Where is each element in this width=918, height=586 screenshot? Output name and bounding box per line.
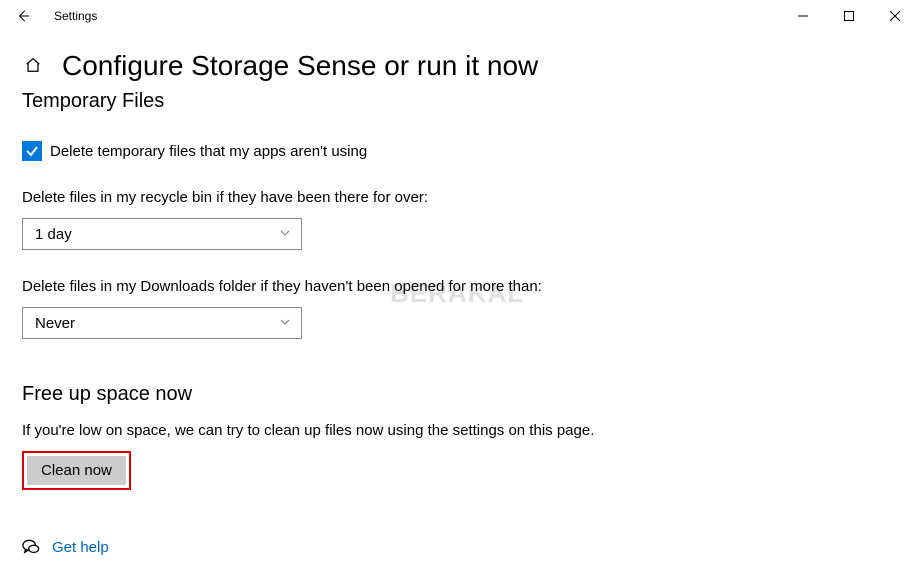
- minimize-icon: [798, 11, 808, 21]
- window-title: Settings: [54, 9, 97, 23]
- free-space-heading: Free up space now: [22, 383, 896, 406]
- free-space-text: If you're low on space, we can try to cl…: [22, 422, 896, 439]
- help-row: Get help: [22, 538, 896, 556]
- clean-now-highlight: Clean now: [22, 451, 131, 490]
- maximize-icon: [844, 11, 854, 21]
- downloads-label: Delete files in my Downloads folder if t…: [22, 278, 896, 295]
- recycle-bin-select[interactable]: 1 day: [22, 218, 302, 250]
- downloads-select[interactable]: Never: [22, 307, 302, 339]
- get-help-link[interactable]: Get help: [52, 539, 109, 556]
- delete-temp-checkbox-label: Delete temporary files that my apps aren…: [50, 143, 367, 160]
- home-button[interactable]: [22, 54, 44, 79]
- header-row: Configure Storage Sense or run it now: [22, 50, 896, 82]
- content-area: Configure Storage Sense or run it now Te…: [0, 32, 918, 556]
- arrow-left-icon: [16, 9, 30, 23]
- window-controls: [780, 0, 918, 32]
- downloads-value: Never: [35, 315, 75, 332]
- recycle-bin-label: Delete files in my recycle bin if they h…: [22, 189, 896, 206]
- chevron-down-icon: [279, 226, 291, 243]
- chevron-down-icon: [279, 315, 291, 332]
- delete-temp-checkbox-row: Delete temporary files that my apps aren…: [22, 141, 896, 161]
- chat-icon: [22, 538, 40, 556]
- temp-files-heading: Temporary Files: [22, 90, 896, 113]
- back-button[interactable]: [0, 0, 46, 32]
- minimize-button[interactable]: [780, 0, 826, 32]
- maximize-button[interactable]: [826, 0, 872, 32]
- recycle-bin-value: 1 day: [35, 226, 72, 243]
- close-icon: [890, 11, 900, 21]
- home-icon: [24, 56, 42, 74]
- close-button[interactable]: [872, 0, 918, 32]
- page-title: Configure Storage Sense or run it now: [62, 50, 538, 82]
- delete-temp-checkbox[interactable]: [22, 141, 42, 161]
- check-icon: [25, 144, 39, 158]
- title-bar: Settings: [0, 0, 918, 32]
- clean-now-button[interactable]: Clean now: [27, 456, 126, 485]
